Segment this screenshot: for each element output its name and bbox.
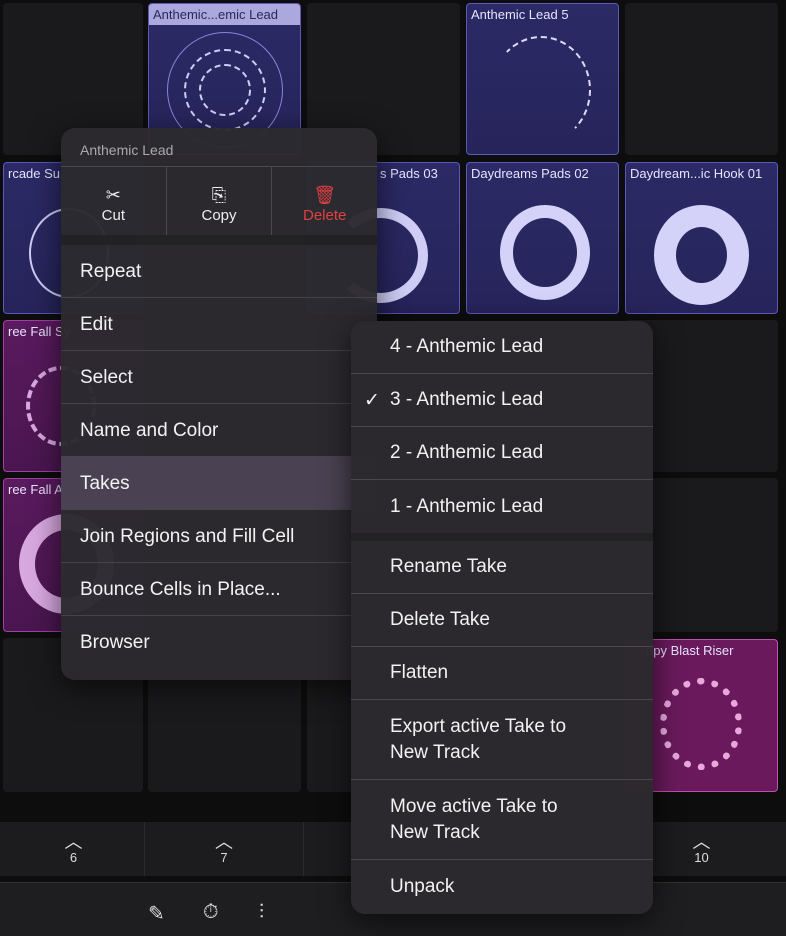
copy-label: Copy — [201, 207, 237, 224]
region-title: Anthemic Lead 5 — [471, 7, 569, 22]
unpack[interactable]: Unpack — [351, 860, 653, 913]
column-6[interactable]: ︿ 6 — [3, 822, 145, 876]
column-7[interactable]: ︿ 7 — [145, 822, 304, 876]
metronome-icon[interactable]: ⏱ — [203, 901, 219, 924]
waveform — [654, 205, 749, 305]
menu-item-bounce-cells[interactable]: Bounce Cells in Place... — [61, 563, 377, 616]
move-take[interactable]: Move active Take to New Track — [351, 780, 653, 860]
copy-button[interactable]: ⎘ Copy — [167, 167, 273, 235]
take-label: 4 - Anthemic Lead — [390, 336, 544, 357]
region-title: Daydream...ic Hook 01 — [630, 166, 763, 181]
take-label: 2 - Anthemic Lead — [390, 442, 544, 463]
take-item[interactable]: 4 - Anthemic Lead — [351, 321, 653, 374]
pencil-icon[interactable]: ✎ — [148, 901, 165, 926]
waveform — [500, 205, 590, 300]
cut-button[interactable]: ✂ Cut — [61, 167, 167, 235]
delete-button[interactable]: 🗑 Delete — [272, 167, 377, 235]
chevron-up-icon: ︿ — [64, 832, 83, 852]
waveform — [660, 678, 742, 770]
menu-item-repeat[interactable]: Repeat — [61, 245, 377, 298]
menu-item-name-and-color[interactable]: Name and Color — [61, 404, 377, 457]
takes-submenu: 4 - Anthemic Lead ✓ 3 - Anthemic Lead 2 -… — [351, 321, 653, 914]
region-title: Daydreams Pads 02 — [471, 166, 589, 181]
cut-label: Cut — [101, 207, 125, 224]
trash-icon: 🗑 — [313, 185, 337, 205]
menu-title: Anthemic Lead — [61, 128, 377, 167]
delete-take[interactable]: Delete Take — [351, 594, 653, 647]
checkmark-icon: ✓ — [364, 389, 380, 411]
empty-cell[interactable] — [625, 3, 778, 155]
menu-item-join-regions[interactable]: Join Regions and Fill Cell — [61, 510, 377, 563]
scissors-icon: ✂ — [105, 185, 121, 205]
take-label: 3 - Anthemic Lead — [390, 389, 544, 410]
region-cell[interactable]: Anthemic Lead 5 — [466, 3, 619, 155]
take-label: 1 - Anthemic Lead — [390, 495, 544, 517]
export-take[interactable]: Export active Take to New Track — [351, 700, 653, 780]
column-number: 10 — [694, 850, 709, 865]
take-item[interactable]: 1 - Anthemic Lead — [351, 480, 653, 533]
delete-label: Delete — [303, 207, 347, 224]
context-menu: Anthemic Lead ✂ Cut ⎘ Copy 🗑 Delete Repeat … — [61, 128, 377, 680]
take-item[interactable]: 2 - Anthemic Lead — [351, 427, 653, 480]
copy-icon: ⎘ — [211, 185, 227, 205]
rename-take[interactable]: Rename Take — [351, 541, 653, 594]
flatten[interactable]: Flatten — [351, 647, 653, 700]
waveform — [491, 36, 591, 144]
waveform — [199, 64, 251, 116]
region-cell[interactable]: Daydream...ic Hook 01 — [625, 162, 778, 314]
column-number: 7 — [220, 850, 228, 865]
menu-item-select[interactable]: Select — [61, 351, 377, 404]
region-title: Anthemic...emic Lead — [149, 4, 300, 25]
chevron-up-icon: ︿ — [215, 832, 233, 852]
menu-item-takes[interactable]: Takes — [61, 457, 377, 510]
region-cell[interactable]: Daydreams Pads 02 — [466, 162, 619, 314]
column-number: 6 — [69, 850, 78, 865]
mixer-icon[interactable]: ⫶ — [259, 901, 264, 924]
menu-item-browser[interactable]: Browser — [61, 616, 377, 669]
menu-item-edit[interactable]: Edit — [61, 298, 377, 351]
take-item-active[interactable]: ✓ 3 - Anthemic Lead — [351, 374, 653, 427]
